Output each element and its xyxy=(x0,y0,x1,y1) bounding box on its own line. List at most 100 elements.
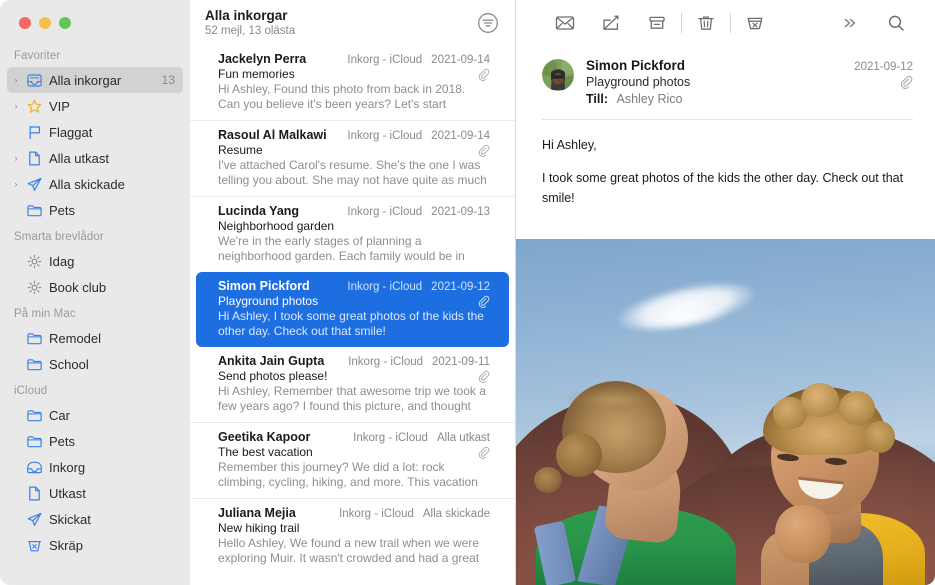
message-subject: Playground photos xyxy=(218,294,319,308)
photo-girl-hair-wisps xyxy=(568,375,674,409)
message-list-item[interactable]: Juliana Mejia Inkorg - iCloud Alla skickad… xyxy=(190,498,515,574)
attachment-icon xyxy=(477,68,490,81)
mark-unread-button[interactable] xyxy=(542,7,588,39)
sidebar-item-school[interactable]: School xyxy=(7,351,183,377)
body-line-1: Hi Ashley, xyxy=(542,138,597,152)
sidebar-section-title: Favoriter xyxy=(14,50,61,62)
minimize-button[interactable] xyxy=(39,17,51,29)
toolbar-divider xyxy=(730,12,731,33)
sidebar-item-label: Utkast xyxy=(49,485,86,501)
message-list-item[interactable]: Simon Pickford Inkorg - iCloud 2021-09-12 P… xyxy=(196,272,509,347)
sidebar-item-label: VIP xyxy=(49,98,70,114)
message-preview: Hi Ashley, Remember that awesome trip we… xyxy=(218,384,486,413)
photo-boy-hand xyxy=(775,505,831,563)
sidebar-item-alla-utkast[interactable]: › Alla utkast xyxy=(7,145,183,171)
sidebar-item-skr-p[interactable]: Skräp xyxy=(7,532,183,558)
sidebar-item-flaggat[interactable]: Flaggat xyxy=(7,119,183,145)
message-subject: New hiking trail xyxy=(218,521,300,535)
sidebar-item-label: Pets xyxy=(49,202,76,218)
message-list-item[interactable]: Rasoul Al Malkawi Inkorg - iCloud 2021-09-… xyxy=(190,120,515,196)
message-list-item[interactable]: Lucinda Yang Inkorg - iCloud 2021-09-13 Nei… xyxy=(190,196,515,272)
sidebar-item-pets[interactable]: Pets xyxy=(7,428,183,454)
unread-count-badge: 13 xyxy=(161,73,175,87)
message-preview: Remember this journey? We did a lot: roc… xyxy=(218,460,478,489)
sidebar-section-title: Smarta brevlådor xyxy=(14,231,104,243)
disclosure-chevron-icon[interactable]: › xyxy=(9,67,23,93)
sidebar-item-vip[interactable]: › VIP xyxy=(7,93,183,119)
paper-plane-icon xyxy=(23,510,45,528)
sidebar-item-label: Inkorg xyxy=(49,459,86,475)
document-icon xyxy=(23,149,45,167)
mailbox-title: Alla inkorgar xyxy=(205,8,288,23)
disclosure-chevron-icon[interactable]: › xyxy=(9,145,23,171)
photo-boy-curl xyxy=(839,391,875,425)
to-value[interactable]: Ashley Rico xyxy=(616,92,682,106)
message-date: 2021-09-11 xyxy=(432,356,490,368)
message-sender: Lucinda Yang xyxy=(218,204,300,218)
sidebar-item-utkast[interactable]: Utkast xyxy=(7,480,183,506)
message-list-item[interactable]: Ankita Jain Gupta Inkorg - iCloud 2021-09-… xyxy=(190,347,515,422)
disclosure-chevron-icon[interactable]: › xyxy=(9,93,23,119)
message-preview: We're in the early stages of planning a … xyxy=(218,234,465,263)
junk-trash-icon xyxy=(23,536,45,554)
sidebar-item-pets[interactable]: Pets xyxy=(7,197,183,223)
attachment-icon xyxy=(477,295,490,308)
star-icon xyxy=(23,97,45,115)
message-list-item[interactable]: Geetika Kapoor Inkorg - iCloud Alla utkast… xyxy=(190,422,515,498)
body-line-2: I took some great photos of the kids the… xyxy=(542,171,904,205)
sidebar-item-label: School xyxy=(49,356,89,372)
zoom-button[interactable] xyxy=(59,17,71,29)
archive-button[interactable] xyxy=(634,7,680,39)
sidebar-item-idag[interactable]: Idag xyxy=(7,248,183,274)
message-mailbox: Inkorg - iCloud xyxy=(347,130,423,142)
inbox-icon xyxy=(23,458,45,476)
search-icon[interactable] xyxy=(873,7,919,39)
sidebar-item-label: Remodel xyxy=(49,330,102,346)
paper-plane-icon xyxy=(23,175,45,193)
sidebar-item-label: Alla inkorgar xyxy=(49,72,122,88)
message-list-item[interactable]: Jackelyn Perra Inkorg - iCloud 2021-09-14 F… xyxy=(190,45,515,120)
sidebar: Favoriter › Alla inkorgar 13 › VIP Flaggat › All… xyxy=(0,0,190,585)
sidebar-item-label: Alla utkast xyxy=(49,150,109,166)
sidebar-item-label: Alla skickade xyxy=(49,176,125,192)
message-subject: Send photos please! xyxy=(218,369,328,383)
sidebar-item-book-club[interactable]: Book club xyxy=(7,274,183,300)
message-subject: Resume xyxy=(218,143,263,157)
message-subject: Playground photos xyxy=(586,75,691,89)
filter-icon[interactable] xyxy=(475,10,501,36)
sidebar-item-car[interactable]: Car xyxy=(7,402,183,428)
folder-icon xyxy=(23,329,45,347)
chevrons-right-icon[interactable] xyxy=(827,7,873,39)
sidebar-item-label: Skickat xyxy=(49,511,91,527)
message-meta: Inkorg - iCloud 2021-09-12 xyxy=(347,281,490,293)
message-meta: Inkorg - iCloud 2021-09-13 xyxy=(347,206,490,218)
folder-icon xyxy=(23,355,45,373)
photo-girl-bun xyxy=(556,433,602,477)
close-button[interactable] xyxy=(19,17,31,29)
message-subject: Fun memories xyxy=(218,67,295,81)
delete-button[interactable] xyxy=(683,7,729,39)
folder-icon xyxy=(23,201,45,219)
to-label: Till: xyxy=(586,92,608,106)
message-mailbox: Inkorg - iCloud xyxy=(339,508,414,520)
sidebar-item-alla-inkorgar[interactable]: › Alla inkorgar 13 xyxy=(7,67,183,93)
attachment-icon xyxy=(477,144,490,157)
compose-button[interactable] xyxy=(588,7,634,39)
sidebar-item-skickat[interactable]: Skickat xyxy=(7,506,183,532)
attachment-icon xyxy=(477,370,490,383)
message-mailbox: Inkorg - iCloud xyxy=(347,206,423,218)
sidebar-item-alla-skickade[interactable]: › Alla skickade xyxy=(7,171,183,197)
message-sender: Ankita Jain Gupta xyxy=(218,354,325,368)
disclosure-chevron-icon[interactable]: › xyxy=(9,171,23,197)
attachment-icon xyxy=(899,75,913,89)
message-date: 2021-09-13 xyxy=(431,206,490,218)
junk-button[interactable] xyxy=(732,7,778,39)
message-list: Alla inkorgar 52 mejl, 13 olästa Jackely… xyxy=(190,0,516,585)
message-preview: Hello Ashley, We found a new trail when … xyxy=(218,536,480,565)
message-subject: The best vacation xyxy=(218,445,313,459)
sidebar-item-inkorg[interactable]: Inkorg xyxy=(7,454,183,480)
photo-girl-bun-lower xyxy=(534,467,562,493)
sidebar-item-remodel[interactable]: Remodel xyxy=(7,325,183,351)
sidebar-section-title: På min Mac xyxy=(14,308,76,320)
playground-photo-two-children[interactable] xyxy=(516,239,935,585)
